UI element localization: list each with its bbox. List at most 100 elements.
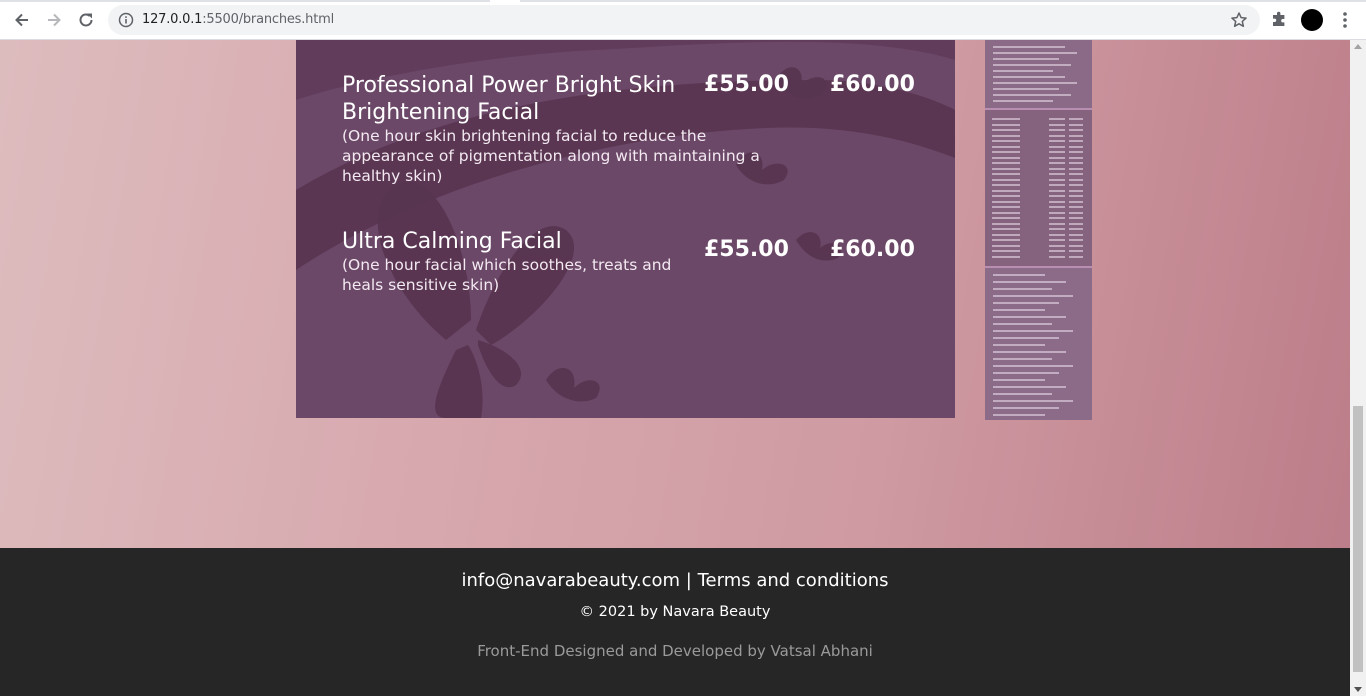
- address-bar[interactable]: 127.0.0.1:5500/branches.html: [108, 5, 1260, 35]
- butterfly-shape: [377, 182, 575, 418]
- thumbnail-text-line: [992, 189, 1020, 192]
- thumbnail-text-line: [1069, 178, 1083, 181]
- thumbnail-text-line: [1049, 123, 1065, 126]
- thumbnail-text-line: [993, 414, 1045, 416]
- scroll-down-arrow-icon[interactable]: [1354, 687, 1362, 692]
- thumbnail-text-line: [1069, 123, 1083, 126]
- thumbnail-text-line: [993, 58, 1059, 60]
- thumbnail-text-line: [993, 94, 1071, 96]
- thumbnail-text-line: [992, 151, 1020, 153]
- site-footer: info@navarabeauty.com | Terms and condit…: [0, 548, 1350, 696]
- thumbnail-text-line: [992, 250, 1020, 252]
- thumbnail-text-line: [993, 100, 1053, 102]
- menu-item-price-1: £55.00: [704, 72, 789, 97]
- thumbnail-text-line: [993, 88, 1059, 90]
- menu-item-description: (One hour skin brightening facial to red…: [342, 127, 760, 185]
- reload-button[interactable]: [72, 6, 100, 34]
- thumbnail-text-line: [1049, 145, 1065, 148]
- url-text[interactable]: 127.0.0.1:5500/branches.html: [142, 12, 334, 27]
- thumbnail-text-line: [992, 228, 1020, 230]
- footer-links: info@navarabeauty.com | Terms and condit…: [0, 570, 1350, 591]
- info-icon[interactable]: [118, 12, 134, 28]
- thumbnail-text-line: [1049, 151, 1065, 153]
- email-link[interactable]: info@navarabeauty.com: [461, 570, 680, 591]
- thumbnail-text-line: [1069, 211, 1083, 214]
- thumbnail-text-line: [992, 173, 1020, 175]
- thumbnail-text-line: [993, 323, 1052, 325]
- thumbnail-text-line: [992, 222, 1020, 225]
- thumbnail-page[interactable]: [985, 110, 1092, 266]
- thumbnail-text-line: [992, 162, 1020, 164]
- thumbnail-text-line: [993, 393, 1052, 395]
- thumbnail-text-line: [1069, 145, 1083, 148]
- thumbnail-text-line: [1069, 184, 1083, 186]
- extensions-puzzle-icon[interactable]: [1270, 10, 1288, 28]
- back-button[interactable]: [8, 6, 36, 34]
- thumbnail-text-line: [1069, 244, 1083, 247]
- thumbnail-text-line: [1049, 233, 1065, 236]
- footer-separator: |: [685, 570, 692, 591]
- profile-avatar[interactable]: [1301, 9, 1323, 31]
- menu-item-price-2: £60.00: [830, 72, 915, 97]
- menu-item: Ultra Calming Facial (One hour facial wh…: [342, 228, 702, 295]
- thumbnail-text-line: [993, 288, 1052, 290]
- thumbnail-text-line: [993, 330, 1073, 332]
- thumbnail-text-line: [1069, 222, 1083, 225]
- thumbnail-text-line: [1069, 167, 1083, 170]
- thumbnail-text-line: [993, 309, 1045, 311]
- menu-thumbnail-strip[interactable]: [985, 40, 1092, 420]
- thumbnail-text-line: [992, 255, 1020, 258]
- thumbnail-text-line: [1069, 156, 1083, 159]
- thumbnail-text-line: [1069, 255, 1083, 258]
- thumbnail-text-line: [993, 295, 1073, 297]
- thumbnail-text-line: [992, 206, 1020, 208]
- scrollbar-thumb[interactable]: [1353, 406, 1363, 672]
- thumbnail-text-line: [1049, 255, 1065, 258]
- thumbnail-page[interactable]: [985, 40, 1092, 108]
- forward-button[interactable]: [40, 6, 68, 34]
- scroll-up-arrow-icon[interactable]: [1354, 44, 1362, 49]
- thumbnail-text-line: [992, 140, 1020, 142]
- browser-toolbar: 127.0.0.1:5500/branches.html: [0, 0, 1366, 40]
- thumbnail-text-line: [1069, 151, 1083, 153]
- menu-item-name: Professional Power Bright Skin Brighteni…: [342, 73, 676, 125]
- thumbnail-text-line: [1049, 222, 1065, 225]
- thumbnail-text-line: [1069, 140, 1083, 142]
- thumbnail-text-line: [993, 82, 1077, 84]
- thumbnail-text-line: [992, 145, 1020, 148]
- thumbnail-text-line: [1069, 173, 1083, 175]
- terms-link[interactable]: Terms and conditions: [698, 570, 889, 591]
- thumbnail-text-line: [993, 351, 1066, 353]
- thumbnail-text-line: [1069, 228, 1083, 230]
- thumbnail-text-line: [1069, 200, 1083, 203]
- menu-item-name: Ultra Calming Facial: [342, 229, 562, 254]
- thumbnail-text-line: [1049, 239, 1065, 241]
- bookmark-star-icon[interactable]: [1230, 11, 1248, 29]
- vertical-scrollbar[interactable]: [1350, 40, 1366, 696]
- thumbnail-text-line: [1069, 118, 1083, 120]
- tab-strip-right: [520, 0, 1366, 2]
- thumbnail-text-line: [1049, 244, 1065, 247]
- thumbnail-text-line: [1049, 156, 1065, 159]
- thumbnail-text-line: [1049, 206, 1065, 208]
- kebab-menu-icon[interactable]: [1336, 10, 1354, 30]
- thumbnail-text-line: [1049, 140, 1065, 142]
- thumbnail-text-line: [1049, 178, 1065, 181]
- facial-price-menu-image: Professional Power Bright Skin Brighteni…: [296, 40, 955, 418]
- thumbnail-text-line: [1069, 162, 1083, 164]
- thumbnail-text-line: [992, 211, 1020, 214]
- developer-credit: Front-End Designed and Developed by Vats…: [477, 642, 873, 660]
- thumbnail-text-line: [1049, 162, 1065, 164]
- thumbnail-text-line: [993, 52, 1077, 54]
- thumbnail-text-line: [1049, 195, 1065, 197]
- thumbnail-text-line: [1049, 173, 1065, 175]
- thumbnail-text-line: [1069, 217, 1083, 219]
- thumbnail-text-line: [993, 365, 1073, 367]
- thumbnail-text-line: [993, 316, 1066, 318]
- thumbnail-text-line: [992, 200, 1020, 203]
- thumbnail-text-line: [1049, 118, 1065, 120]
- tab-strip: [0, 0, 490, 2]
- thumbnail-text-line: [992, 217, 1020, 219]
- page-content: Professional Power Bright Skin Brighteni…: [0, 40, 1350, 696]
- thumbnail-text-line: [1049, 211, 1065, 214]
